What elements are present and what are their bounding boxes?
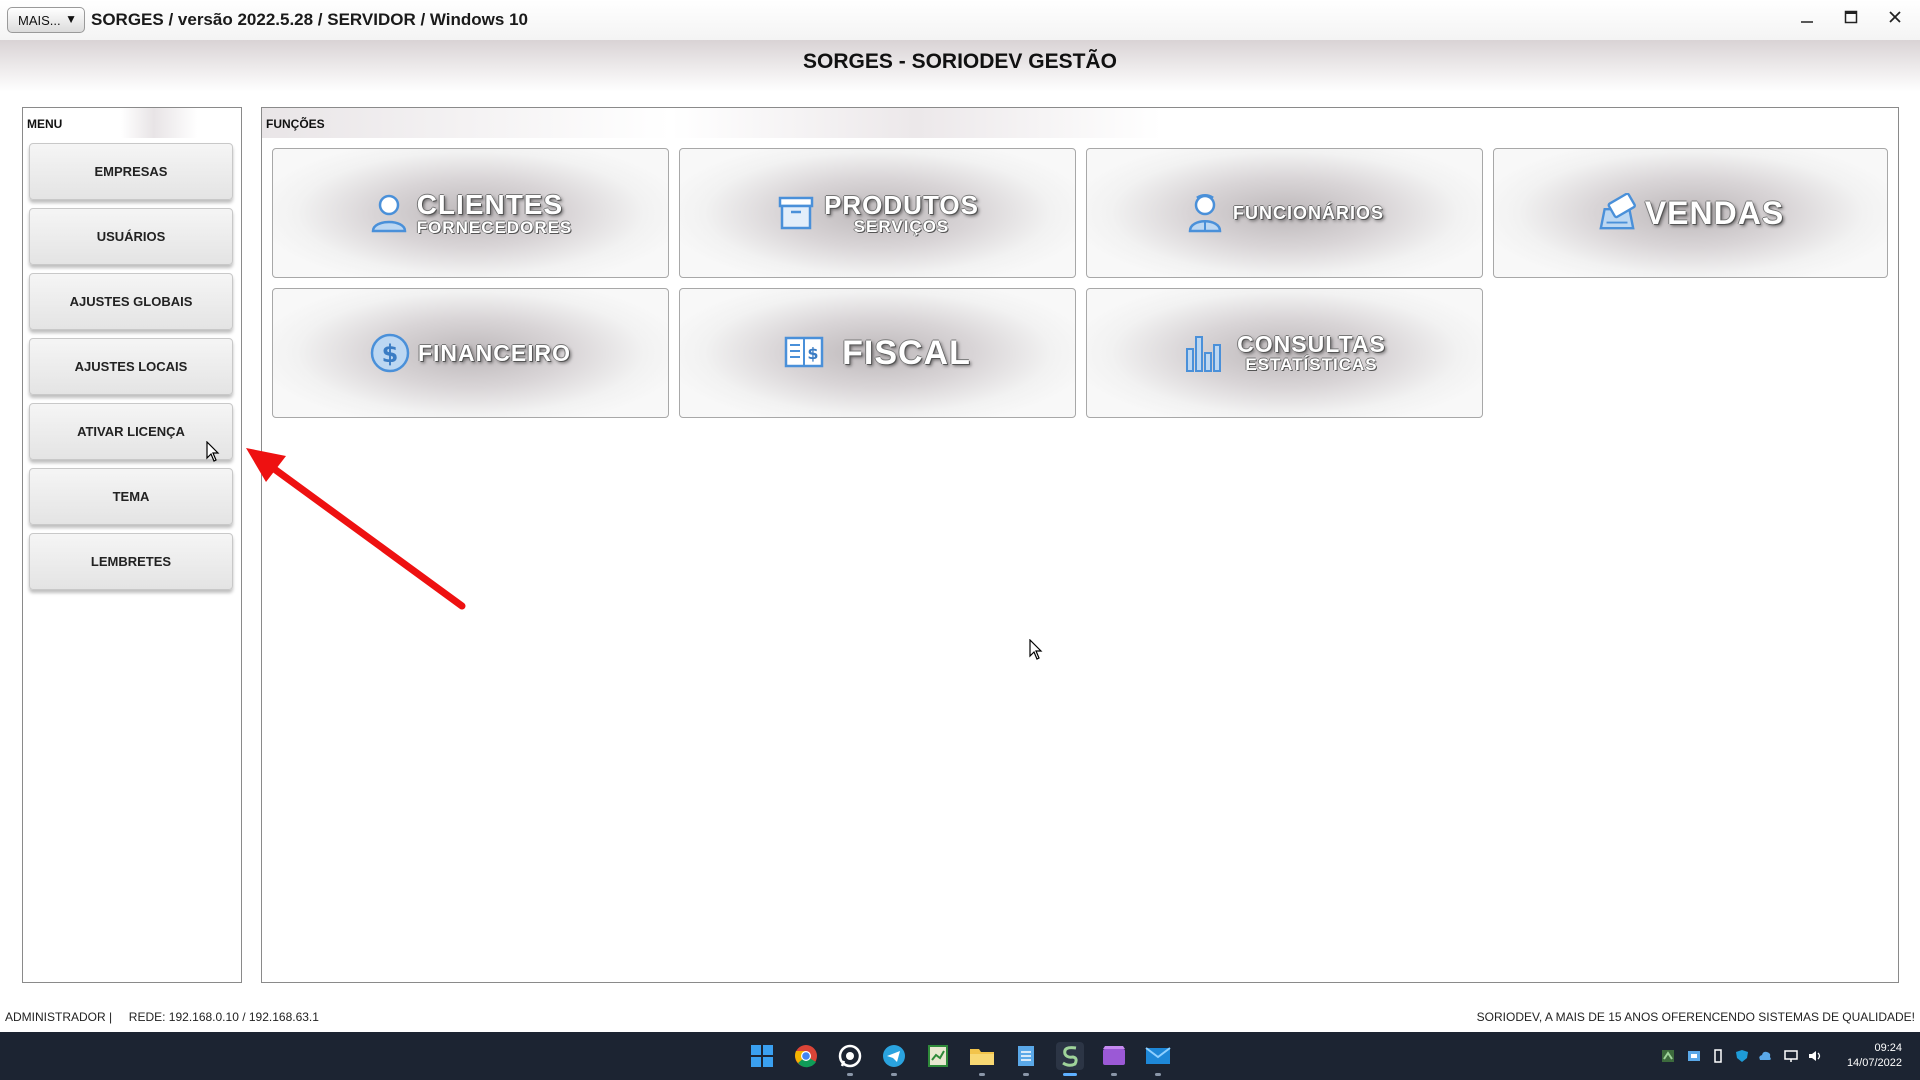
tile-clientes-title: CLIENTES <box>416 188 564 220</box>
tile-funcionarios-title: FUNCIONÁRIOS <box>1233 203 1384 223</box>
status-bar: ADMINISTRADOR | REDE: 192.168.0.10 / 192… <box>0 1004 1920 1030</box>
person-icon <box>369 193 409 233</box>
tile-clientes-subtitle: FORNECEDORES <box>416 217 573 237</box>
sorges-app-icon[interactable] <box>1056 1042 1084 1076</box>
svg-text:$: $ <box>382 340 399 368</box>
menu-header: MENU <box>23 108 241 138</box>
chevron-down-icon: ▼ <box>65 12 77 26</box>
tray-network-share-icon[interactable] <box>1687 1049 1701 1063</box>
employee-icon <box>1185 193 1225 233</box>
tile-funcionarios[interactable]: FUNCIONÁRIOS <box>1086 148 1483 278</box>
menu-item-ajustes-globais[interactable]: AJUSTES GLOBAIS <box>29 273 233 330</box>
usb-icon[interactable] <box>1711 1049 1725 1063</box>
status-user-network: ADMINISTRADOR | REDE: 192.168.0.10 / 192… <box>5 1010 319 1024</box>
menu-item-ajustes-locais[interactable]: AJUSTES LOCAIS <box>29 338 233 395</box>
taskbar: 09:24 14/07/2022 <box>0 1032 1920 1080</box>
taskbar-clock[interactable]: 09:24 14/07/2022 <box>1847 1041 1902 1071</box>
svg-text:$: $ <box>808 344 819 363</box>
minimize-icon <box>1801 21 1813 23</box>
menu-panel: MENU EMPRESAS USUÁRIOS AJUSTES GLOBAIS A… <box>22 107 242 983</box>
tile-financeiro-title: FINANCEIRO <box>417 339 572 366</box>
maximize-button[interactable] <box>1836 8 1866 29</box>
menu-item-usuarios[interactable]: USUÁRIOS <box>29 208 233 265</box>
maximize-icon <box>1844 10 1858 24</box>
tile-vendas-title: VENDAS <box>1644 195 1785 231</box>
menu-item-tema[interactable]: TEMA <box>29 468 233 525</box>
cloud-icon[interactable] <box>1758 1049 1772 1063</box>
tile-fiscal-title: FISCAL <box>842 334 971 372</box>
status-slogan: SORIODEV, A MAIS DE 15 ANOS OFERENCENDO … <box>1476 1010 1915 1024</box>
mail-icon[interactable] <box>1144 1042 1172 1076</box>
telegram-icon[interactable] <box>880 1042 908 1076</box>
notepad-icon[interactable] <box>1012 1042 1040 1076</box>
tile-produtos[interactable]: PRODUTOS SERVIÇOS <box>679 148 1076 278</box>
tile-consultas-title: CONSULTAS <box>1237 331 1386 357</box>
tile-produtos-title: PRODUTOS <box>824 189 979 220</box>
tile-consultas-subtitle: ESTATÍSTICAS <box>1245 355 1378 374</box>
tray-app-icon[interactable] <box>1661 1049 1675 1063</box>
page-title: SORGES - SORIODEV GESTÃO <box>803 50 1117 73</box>
mouse-cursor-icon <box>206 441 220 462</box>
menu-item-empresas[interactable]: EMPRESAS <box>29 143 233 200</box>
shield-icon[interactable] <box>1735 1049 1749 1063</box>
functions-panel: FUNÇÕES CLIENTES FORNECEDORES PRODUTOS S… <box>261 107 1899 983</box>
tile-financeiro[interactable]: $ FINANCEIRO <box>272 288 669 418</box>
window-title: SORGES / versão 2022.5.28 / SERVIDOR / W… <box>91 10 528 29</box>
title-bar: MAIS... ▼ SORGES / versão 2022.5.28 / SE… <box>0 0 1920 40</box>
box-icon <box>776 193 816 233</box>
file-explorer-icon[interactable] <box>968 1042 996 1076</box>
tile-vendas[interactable]: VENDAS <box>1493 148 1888 278</box>
tile-fiscal[interactable]: $ FISCAL <box>679 288 1076 418</box>
network-icon[interactable] <box>1784 1049 1798 1063</box>
whatsapp-icon[interactable] <box>836 1042 864 1076</box>
dollar-coin-icon: $ <box>370 333 410 373</box>
annotation-arrow-icon <box>246 448 466 610</box>
minimize-button[interactable] <box>1792 4 1822 29</box>
menu-item-lembretes[interactable]: LEMBRETES <box>29 533 233 590</box>
tile-clientes[interactable]: CLIENTES FORNECEDORES <box>272 148 669 278</box>
close-button[interactable] <box>1880 8 1910 29</box>
video-editor-icon[interactable] <box>1100 1042 1128 1076</box>
clock-date: 14/07/2022 <box>1846 1057 1902 1069</box>
more-button-label: MAIS... <box>18 12 61 28</box>
volume-icon[interactable] <box>1808 1049 1822 1063</box>
more-dropdown-button[interactable]: MAIS... ▼ <box>7 7 85 33</box>
receipt-book-icon: $ <box>784 333 824 373</box>
clock-time: 09:24 <box>1874 1042 1902 1054</box>
close-icon <box>1889 11 1901 23</box>
mouse-cursor-icon <box>1029 639 1043 660</box>
windows-start-icon[interactable] <box>748 1042 776 1070</box>
bar-chart-icon <box>1183 333 1223 373</box>
functions-header: FUNÇÕES <box>262 108 1898 138</box>
spreadsheet-icon[interactable] <box>924 1042 952 1070</box>
chrome-icon[interactable] <box>792 1042 820 1070</box>
tile-consultas[interactable]: CONSULTAS ESTATÍSTICAS <box>1086 288 1483 418</box>
menu-item-ativar-licenca[interactable]: ATIVAR LICENÇA <box>29 403 233 460</box>
tile-produtos-subtitle: SERVIÇOS <box>853 216 950 236</box>
cash-register-icon <box>1597 193 1637 233</box>
